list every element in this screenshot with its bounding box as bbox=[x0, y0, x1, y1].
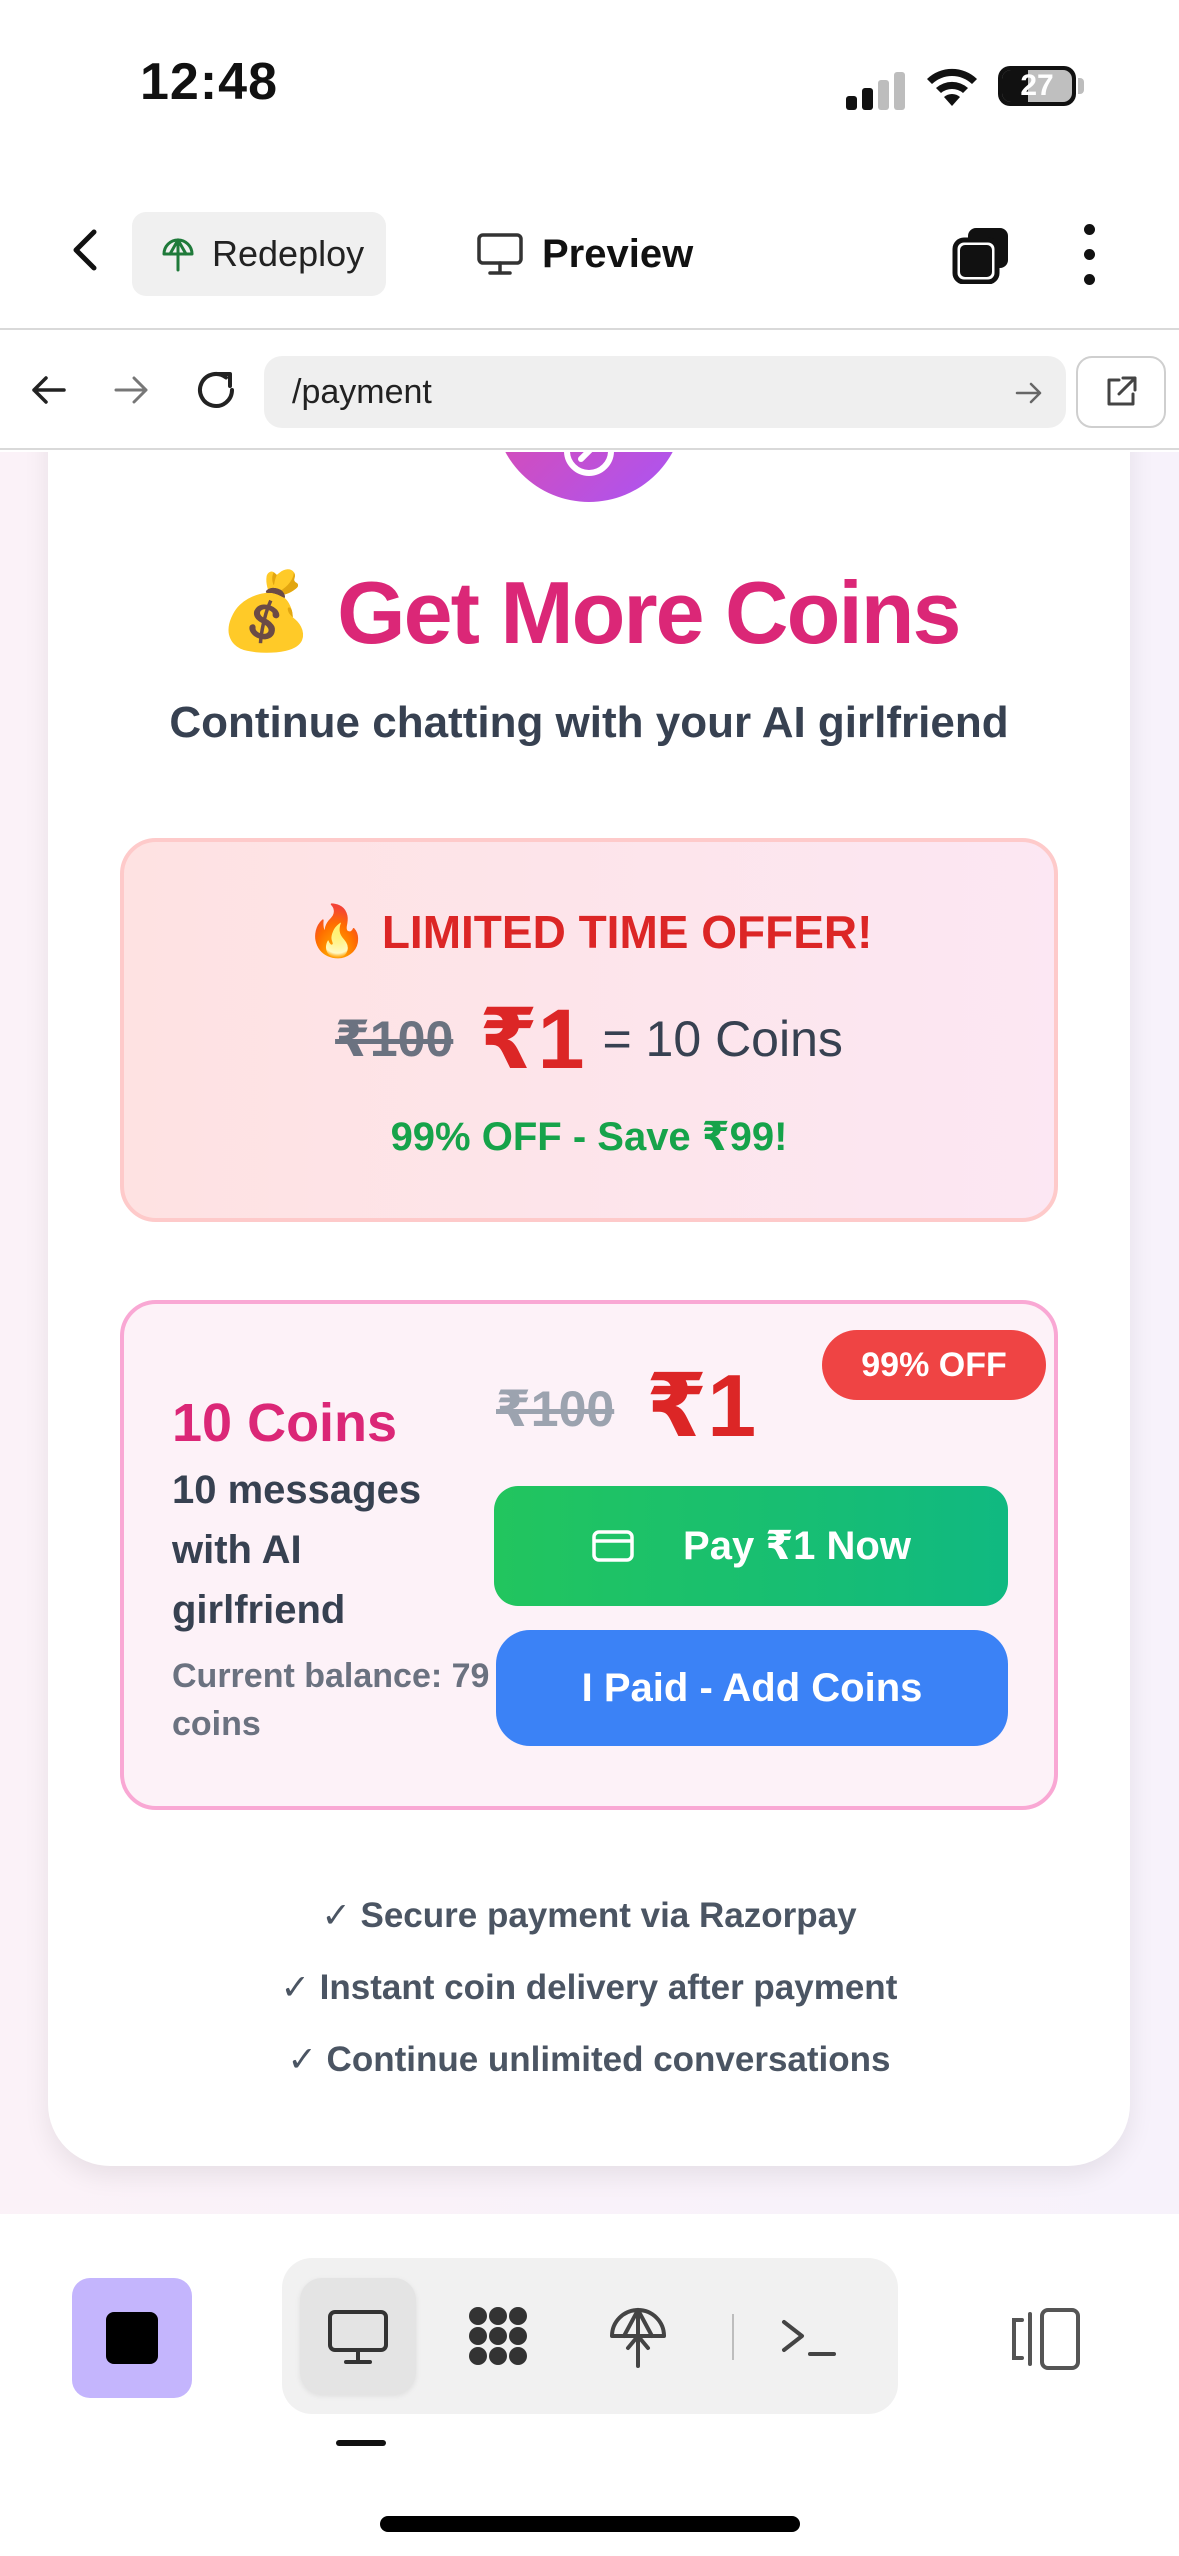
deploy-icon bbox=[162, 238, 194, 272]
tool-switcher bbox=[282, 2258, 898, 2414]
bottom-toolbar bbox=[0, 2214, 1179, 2556]
feature-item: ✓ Instant coin delivery after payment bbox=[280, 1968, 898, 2007]
pay-now-button[interactable]: Pay ₹1 Now bbox=[494, 1486, 1008, 1606]
discount-badge: 99% OFF bbox=[822, 1330, 1046, 1400]
offer-old-price: ₹100 bbox=[335, 1011, 454, 1067]
feature-item: ✓ Secure payment via Razorpay bbox=[321, 1896, 857, 1935]
open-external-button[interactable] bbox=[1076, 356, 1166, 428]
tool-preview[interactable] bbox=[300, 2278, 416, 2394]
limited-offer-banner: 🔥 LIMITED TIME OFFER! ₹100 ₹1 = 10 Coins 99… bbox=[120, 838, 1058, 1222]
active-tool-indicator bbox=[336, 2440, 386, 2446]
plan-name: 10 Coins bbox=[172, 1393, 398, 1453]
tool-terminal[interactable] bbox=[750, 2278, 866, 2394]
payment-card: 💰 Get More Coins Continue chatting with y… bbox=[48, 452, 1130, 2166]
offer-price: ₹100 ₹1 = 10 Coins bbox=[124, 990, 1054, 1088]
stop-icon bbox=[106, 2312, 158, 2364]
battery-icon: 27 bbox=[998, 66, 1076, 106]
more-options-icon[interactable] bbox=[1074, 224, 1104, 286]
battery-level: 27 bbox=[1020, 69, 1054, 102]
monitor-icon bbox=[477, 233, 523, 275]
plan-description: 10 messages with AI girlfriend bbox=[172, 1468, 422, 1632]
external-link-icon bbox=[1107, 376, 1137, 406]
tool-divider bbox=[732, 2314, 734, 2360]
status-time: 12:48 bbox=[140, 53, 278, 111]
deploy-icon bbox=[610, 2308, 666, 2368]
monitor-icon bbox=[328, 2310, 388, 2364]
feature-item: ✓ Continue unlimited conversations bbox=[287, 2040, 891, 2079]
stop-button[interactable] bbox=[72, 2278, 192, 2398]
url-input[interactable]: /payment bbox=[264, 356, 1066, 428]
app-toolbar: Redeploy Preview bbox=[0, 170, 1179, 330]
back-chevron-icon[interactable] bbox=[62, 226, 110, 274]
pay-now-label: Pay ₹1 Now bbox=[683, 1524, 911, 1568]
plan-new-price: ₹1 bbox=[646, 1356, 757, 1455]
home-indicator bbox=[380, 2516, 800, 2532]
terminal-icon bbox=[782, 2320, 836, 2356]
web-viewport: 💰 Get More Coins Continue chatting with y… bbox=[0, 452, 1179, 2214]
current-balance: Current balance: 79 coins bbox=[172, 1657, 490, 1743]
offer-savings: 99% OFF - Save ₹99! bbox=[390, 1115, 788, 1159]
arrow-left-icon[interactable] bbox=[28, 370, 68, 410]
cellular-signal-icon bbox=[846, 70, 906, 110]
url-bar: /payment bbox=[0, 332, 1179, 450]
offer-title-text: LIMITED TIME OFFER! bbox=[381, 906, 873, 958]
go-arrow-icon[interactable] bbox=[1014, 378, 1044, 408]
money-bag-icon: 💰 bbox=[218, 569, 314, 654]
offer-coins: = 10 Coins bbox=[602, 1011, 843, 1067]
tool-apps[interactable] bbox=[440, 2278, 556, 2394]
redeploy-button[interactable]: Redeploy bbox=[132, 212, 386, 296]
compass-icon bbox=[564, 452, 614, 476]
plan-old-price: ₹100 bbox=[496, 1381, 615, 1437]
page-title: 💰 Get More Coins bbox=[48, 562, 1130, 664]
coin-plan-card: 99% OFF 10 Coins 10 messages with AI gir… bbox=[120, 1300, 1058, 1810]
i-paid-add-coins-button[interactable]: I Paid - Add Coins bbox=[496, 1630, 1008, 1746]
preview-label: Preview bbox=[542, 231, 694, 276]
url-text: /payment bbox=[292, 372, 432, 411]
page-subtitle: Continue chatting with your AI girlfrien… bbox=[169, 698, 1009, 747]
redeploy-label: Redeploy bbox=[212, 233, 365, 274]
feature-list: ✓ Secure payment via Razorpay ✓ Instant … bbox=[48, 1896, 1130, 2112]
app-logo bbox=[494, 452, 684, 502]
split-view-icon[interactable] bbox=[1008, 2304, 1084, 2374]
page-title-text: Get More Coins bbox=[337, 563, 961, 662]
reload-icon[interactable] bbox=[192, 366, 240, 414]
arrow-right-icon[interactable] bbox=[112, 370, 152, 410]
preview-tab[interactable]: Preview bbox=[476, 220, 693, 288]
tool-deploy[interactable] bbox=[580, 2278, 696, 2394]
offer-new-price: ₹1 bbox=[479, 992, 585, 1086]
tabs-icon[interactable] bbox=[952, 226, 1012, 284]
fire-icon: 🔥 bbox=[305, 903, 368, 959]
battery-cap bbox=[1078, 78, 1084, 94]
wifi-icon bbox=[927, 68, 977, 106]
status-bar: 12:48 27 bbox=[0, 0, 1179, 170]
offer-title: 🔥 LIMITED TIME OFFER! bbox=[124, 902, 1054, 961]
apps-grid-icon bbox=[469, 2307, 527, 2365]
credit-card-icon bbox=[592, 1530, 634, 1562]
